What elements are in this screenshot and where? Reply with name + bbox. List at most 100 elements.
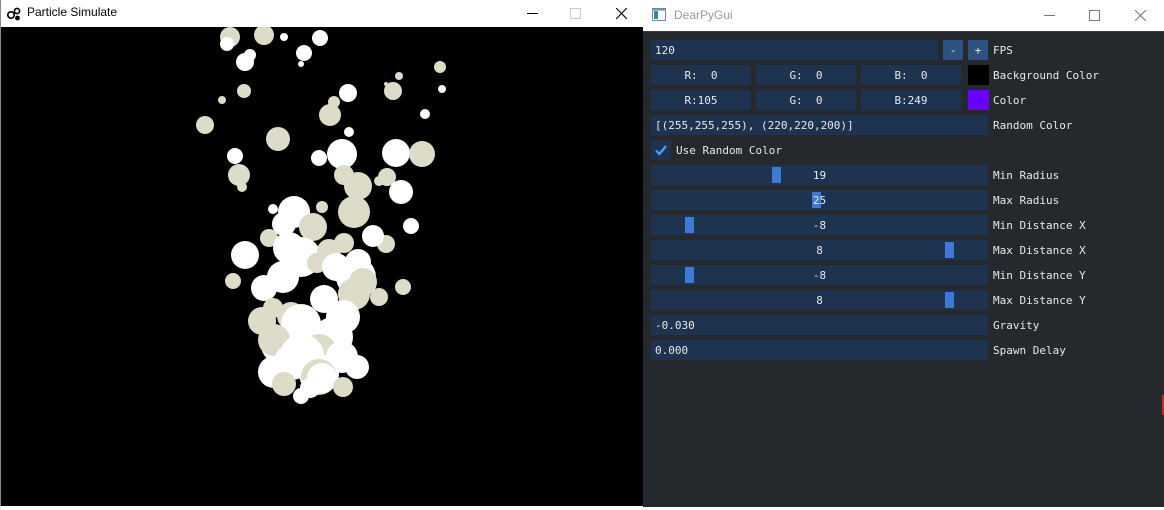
bg-b-input[interactable]: B: 0 xyxy=(861,65,961,85)
min-distance-y-slider[interactable]: -8 xyxy=(651,265,988,285)
random-color-label: Random Color xyxy=(993,118,1073,132)
color-g-input[interactable]: G: 0 xyxy=(756,90,856,110)
particle xyxy=(244,49,256,61)
particle xyxy=(225,273,241,289)
fps-label: FPS xyxy=(993,43,1013,57)
particle xyxy=(196,116,214,134)
random-color-input[interactable]: [(255,255,255), (220,220,200)] xyxy=(651,115,988,135)
bg-g-value: G: 0 xyxy=(789,68,823,82)
slider-grab[interactable] xyxy=(685,267,695,283)
spawn-delay-label: Spawn Delay xyxy=(993,343,1066,357)
maximize-icon xyxy=(1088,10,1100,21)
color-g-value: G: 0 xyxy=(789,93,823,107)
min-distance-y-label: Min Distance Y xyxy=(993,268,1086,282)
slider-grab[interactable] xyxy=(944,292,954,308)
particle xyxy=(311,150,327,166)
max-distance-x-slider[interactable]: 8 xyxy=(651,240,988,260)
fps-increment-button[interactable]: + xyxy=(968,40,988,60)
particle xyxy=(339,84,357,102)
maximize-button[interactable] xyxy=(552,0,598,27)
app-icon xyxy=(6,7,21,21)
particle xyxy=(362,225,384,247)
bg-g-input[interactable]: G: 0 xyxy=(756,65,856,85)
particle xyxy=(254,25,274,45)
max-distance-y-value: 8 xyxy=(816,293,823,307)
particle xyxy=(280,33,288,41)
use-random-color-label: Use Random Color xyxy=(676,143,782,157)
max-distance-y-label: Max Distance Y xyxy=(993,293,1086,307)
app-icon xyxy=(652,8,666,21)
minimize-button[interactable] xyxy=(509,0,555,27)
particle xyxy=(272,372,296,396)
particle xyxy=(299,213,327,241)
color-r-input[interactable]: R:105 xyxy=(651,90,751,110)
particle xyxy=(395,72,403,80)
slider-grab[interactable] xyxy=(944,242,954,258)
max-distance-y-slider[interactable]: 8 xyxy=(651,290,988,310)
particle xyxy=(319,104,341,126)
min-radius-slider[interactable]: 19 xyxy=(651,165,988,185)
particle xyxy=(227,148,243,164)
particle xyxy=(345,355,369,379)
max-distance-x-label: Max Distance X xyxy=(993,243,1086,257)
particle xyxy=(374,176,384,186)
particle xyxy=(334,165,354,185)
max-radius-slider[interactable]: 25 xyxy=(651,190,988,210)
color-swatch[interactable] xyxy=(968,90,989,110)
max-distance-x-value: 8 xyxy=(816,243,823,257)
min-distance-y-value: -8 xyxy=(812,268,827,282)
particle xyxy=(438,85,446,93)
particle xyxy=(344,127,354,137)
title-bar[interactable]: Particle Simulate xyxy=(1,0,643,27)
particle-canvas[interactable] xyxy=(2,25,643,506)
particle xyxy=(237,182,247,192)
particle xyxy=(395,279,411,295)
gravity-input[interactable]: -0.030 xyxy=(651,315,988,335)
background-color-swatch[interactable] xyxy=(968,65,989,85)
particle xyxy=(220,37,234,51)
dearpygui-window: DearPyGui 120 - + FPS R: 0 G: 0 B: 0 Bac… xyxy=(643,0,1164,507)
spawn-delay-value: 0.000 xyxy=(655,343,689,357)
color-b-input[interactable]: B:249 xyxy=(861,90,961,110)
window-title: DearPyGui xyxy=(674,8,733,22)
particle xyxy=(316,201,328,213)
maximize-button[interactable] xyxy=(1071,2,1117,29)
maximize-icon xyxy=(569,8,581,19)
particle xyxy=(312,30,328,46)
particle xyxy=(237,84,251,98)
particle xyxy=(266,127,290,151)
particle xyxy=(434,61,446,73)
max-radius-value: 25 xyxy=(812,193,827,207)
min-distance-x-slider[interactable]: -8 xyxy=(651,215,988,235)
random-color-value: [(255,255,255), (220,220,200)] xyxy=(655,118,854,132)
title-bar[interactable]: DearPyGui xyxy=(643,0,1164,31)
use-random-color-checkbox[interactable] xyxy=(651,140,671,160)
particle xyxy=(338,196,370,228)
particle xyxy=(370,288,388,306)
settings-panel: 120 - + FPS R: 0 G: 0 B: 0 Background Co… xyxy=(643,31,1164,507)
gravity-value: -0.030 xyxy=(655,318,695,332)
slider-grab[interactable] xyxy=(685,217,695,233)
fps-input[interactable]: 120 xyxy=(651,40,938,60)
min-distance-x-value: -8 xyxy=(812,218,827,232)
bg-r-input[interactable]: R: 0 xyxy=(651,65,751,85)
spawn-delay-input[interactable]: 0.000 xyxy=(651,340,988,360)
close-icon xyxy=(1134,10,1146,21)
particle xyxy=(218,96,226,104)
close-button[interactable] xyxy=(1117,2,1163,29)
particle-simulate-window: Particle Simulate xyxy=(0,0,643,506)
particle xyxy=(231,241,259,269)
window-title: Particle Simulate xyxy=(27,5,118,19)
slider-grab[interactable] xyxy=(772,167,782,183)
particle xyxy=(403,218,419,234)
particle xyxy=(298,61,304,67)
minimize-button[interactable] xyxy=(1026,2,1072,29)
fps-value: 120 xyxy=(655,43,675,57)
particle xyxy=(268,204,278,214)
color-b-value: B:249 xyxy=(894,93,928,107)
color-r-value: R:105 xyxy=(684,93,718,107)
particle xyxy=(389,180,413,204)
min-radius-label: Min Radius xyxy=(993,168,1060,182)
fps-decrement-button[interactable]: - xyxy=(943,40,963,60)
close-button[interactable] xyxy=(598,0,644,27)
